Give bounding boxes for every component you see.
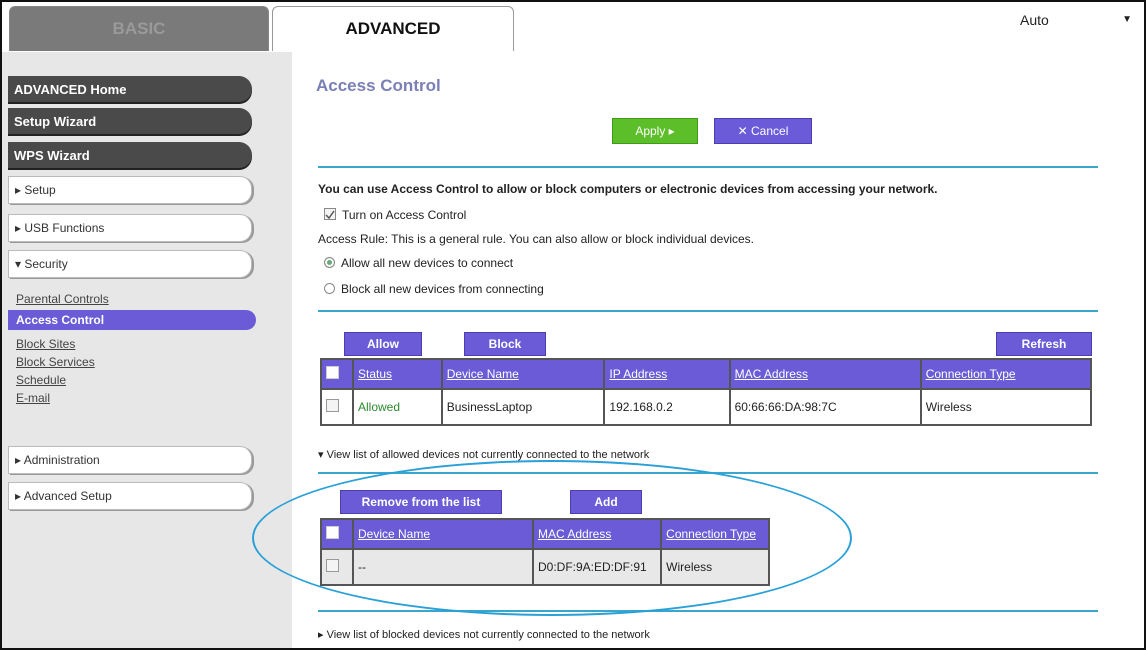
sidebar-menu-security[interactable]: ▾ Security — [8, 250, 252, 278]
divider — [318, 610, 1098, 612]
col-ip-address[interactable]: IP Address — [603, 358, 731, 390]
col-device-name[interactable]: Device Name — [440, 358, 606, 390]
sidebar-wps-wizard-button[interactable]: WPS Wizard — [8, 142, 252, 168]
row-checkbox[interactable] — [326, 399, 339, 412]
table-header-row: Status Device Name IP Address MAC Addres… — [320, 358, 1093, 390]
divider — [318, 166, 1098, 168]
radio-block-label: Block all new devices from connecting — [341, 282, 544, 296]
access-rule-text: Access Rule: This is a general rule. You… — [318, 232, 755, 246]
sidebar-link-access-control[interactable]: Access Control — [8, 310, 256, 330]
sidebar: ADVANCED Home Setup Wizard WPS Wizard ▸ … — [2, 52, 292, 648]
chevron-down-icon: ▼ — [1122, 14, 1132, 25]
sidebar-link-schedule[interactable]: Schedule — [16, 373, 66, 387]
sidebar-menu-setup[interactable]: ▸ Setup — [8, 176, 252, 204]
language-select[interactable]: Auto ▼ — [1016, 6, 1140, 46]
radio-allow-icon[interactable] — [324, 257, 335, 268]
sidebar-link-email[interactable]: E-mail — [16, 391, 50, 405]
row-status: Allowed — [352, 388, 443, 426]
radio-allow-label: Allow all new devices to connect — [341, 256, 514, 270]
row-connection: Wireless — [919, 388, 1093, 426]
device-table: Status Device Name IP Address MAC Addres… — [320, 358, 1093, 426]
intro-text: You can use Access Control to allow or b… — [318, 182, 938, 196]
col-status[interactable]: Status — [352, 358, 443, 390]
sidebar-link-block-services[interactable]: Block Services — [16, 355, 95, 369]
select-all-checkbox-cell[interactable] — [320, 358, 354, 390]
router-admin-window: BASIC ADVANCED Auto ▼ ADVANCED Home Setu… — [0, 0, 1146, 650]
row-mac: 60:66:66:DA:98:7C — [728, 388, 922, 426]
top-tab-bar: BASIC ADVANCED Auto ▼ — [2, 2, 1144, 52]
allowed-not-connected-toggle[interactable]: ▾ View list of allowed devices not curre… — [318, 448, 649, 461]
divider — [318, 310, 1098, 312]
col-mac-address[interactable]: MAC Address — [728, 358, 922, 390]
sidebar-menu-advanced-setup[interactable]: ▸ Advanced Setup — [8, 482, 252, 510]
col-connection-type[interactable]: Connection Type — [919, 358, 1093, 390]
highlight-callout-oval — [252, 460, 852, 616]
sidebar-menu-usb-functions[interactable]: ▸ USB Functions — [8, 214, 252, 242]
turn-on-access-control[interactable]: Turn on Access Control — [324, 208, 466, 222]
radio-block-all[interactable]: Block all new devices from connecting — [324, 282, 544, 296]
radio-allow-all[interactable]: Allow all new devices to connect — [324, 256, 513, 270]
radio-block-icon[interactable] — [324, 283, 335, 294]
select-all-checkbox[interactable] — [326, 366, 339, 379]
sidebar-menu-administration[interactable]: ▸ Administration — [8, 446, 252, 474]
blocked-not-connected-toggle[interactable]: ▸ View list of blocked devices not curre… — [318, 628, 650, 641]
allow-button[interactable]: Allow — [344, 332, 422, 356]
row-checkbox-cell[interactable] — [320, 388, 354, 426]
table-row: Allowed BusinessLaptop 192.168.0.2 60:66… — [320, 388, 1093, 426]
row-device-name: BusinessLaptop — [440, 388, 606, 426]
row-ip: 192.168.0.2 — [603, 388, 731, 426]
page-title: Access Control — [316, 76, 441, 95]
tab-basic[interactable]: BASIC — [9, 6, 269, 51]
block-button[interactable]: Block — [464, 332, 546, 356]
apply-button[interactable]: Apply ▸ — [612, 118, 698, 144]
language-select-value: Auto — [1020, 12, 1049, 28]
sidebar-advanced-home-button[interactable]: ADVANCED Home — [8, 76, 252, 102]
refresh-button[interactable]: Refresh — [996, 332, 1092, 356]
cancel-button[interactable]: ✕ Cancel — [714, 118, 812, 144]
sidebar-link-parental-controls[interactable]: Parental Controls — [16, 292, 109, 306]
tab-advanced[interactable]: ADVANCED — [272, 6, 514, 51]
sidebar-setup-wizard-button[interactable]: Setup Wizard — [8, 108, 252, 134]
sidebar-link-block-sites[interactable]: Block Sites — [16, 337, 75, 351]
turn-on-label: Turn on Access Control — [342, 208, 467, 222]
turn-on-checkbox[interactable] — [324, 208, 336, 220]
